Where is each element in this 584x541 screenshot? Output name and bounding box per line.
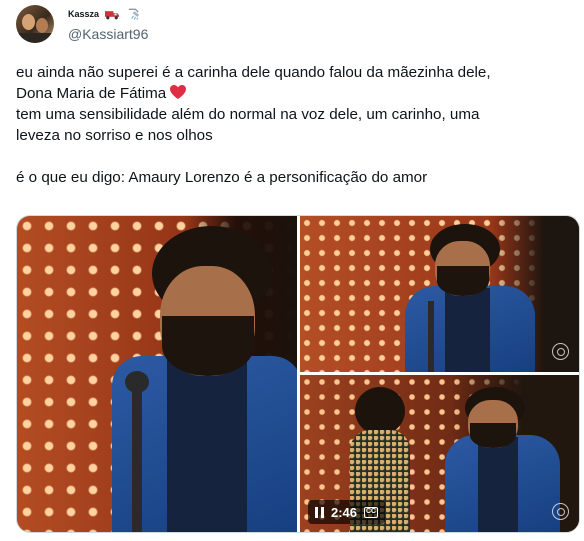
media-grid: 2:46 CC (16, 215, 580, 533)
tweet-line: tem uma sensibilidade além do normal na … (16, 106, 480, 123)
media-photo-1[interactable] (17, 216, 297, 532)
video-time: 2:46 (331, 504, 358, 520)
tweet-line: leveza no sorriso e nos olhos (16, 127, 213, 144)
video-controls: 2:46 CC (308, 500, 386, 524)
red-heart-icon (170, 85, 187, 99)
tweet-line: Dona Maria de Fátima (16, 85, 167, 102)
shower-emoji-icon (128, 8, 140, 20)
author-handle[interactable]: @Kassiart96 (68, 26, 148, 42)
media-video[interactable]: 2:46 CC (300, 375, 579, 532)
microphone-stand (132, 376, 142, 532)
tweet-line: eu ainda não superei é a carinha dele qu… (16, 64, 491, 81)
globoplay-logo-icon (552, 503, 569, 520)
author-name-row[interactable]: Kassza (68, 7, 141, 21)
display-name[interactable]: Kassza (68, 9, 99, 19)
media-photo-2[interactable] (300, 216, 579, 372)
avatar[interactable] (16, 5, 54, 43)
tweet-text: eu ainda não superei é a carinha dele qu… (16, 62, 576, 188)
pause-icon[interactable] (315, 506, 324, 518)
globoplay-logo-icon (552, 343, 569, 360)
closed-captions-icon[interactable]: CC (364, 506, 379, 518)
video-subject-man (440, 375, 560, 532)
tweet-line-with-emoji: Dona Maria de Fátima (16, 83, 576, 104)
tweet-line: é o que eu digo: Amaury Lorenzo é a pers… (16, 169, 428, 186)
truck-emoji-icon (105, 11, 120, 20)
